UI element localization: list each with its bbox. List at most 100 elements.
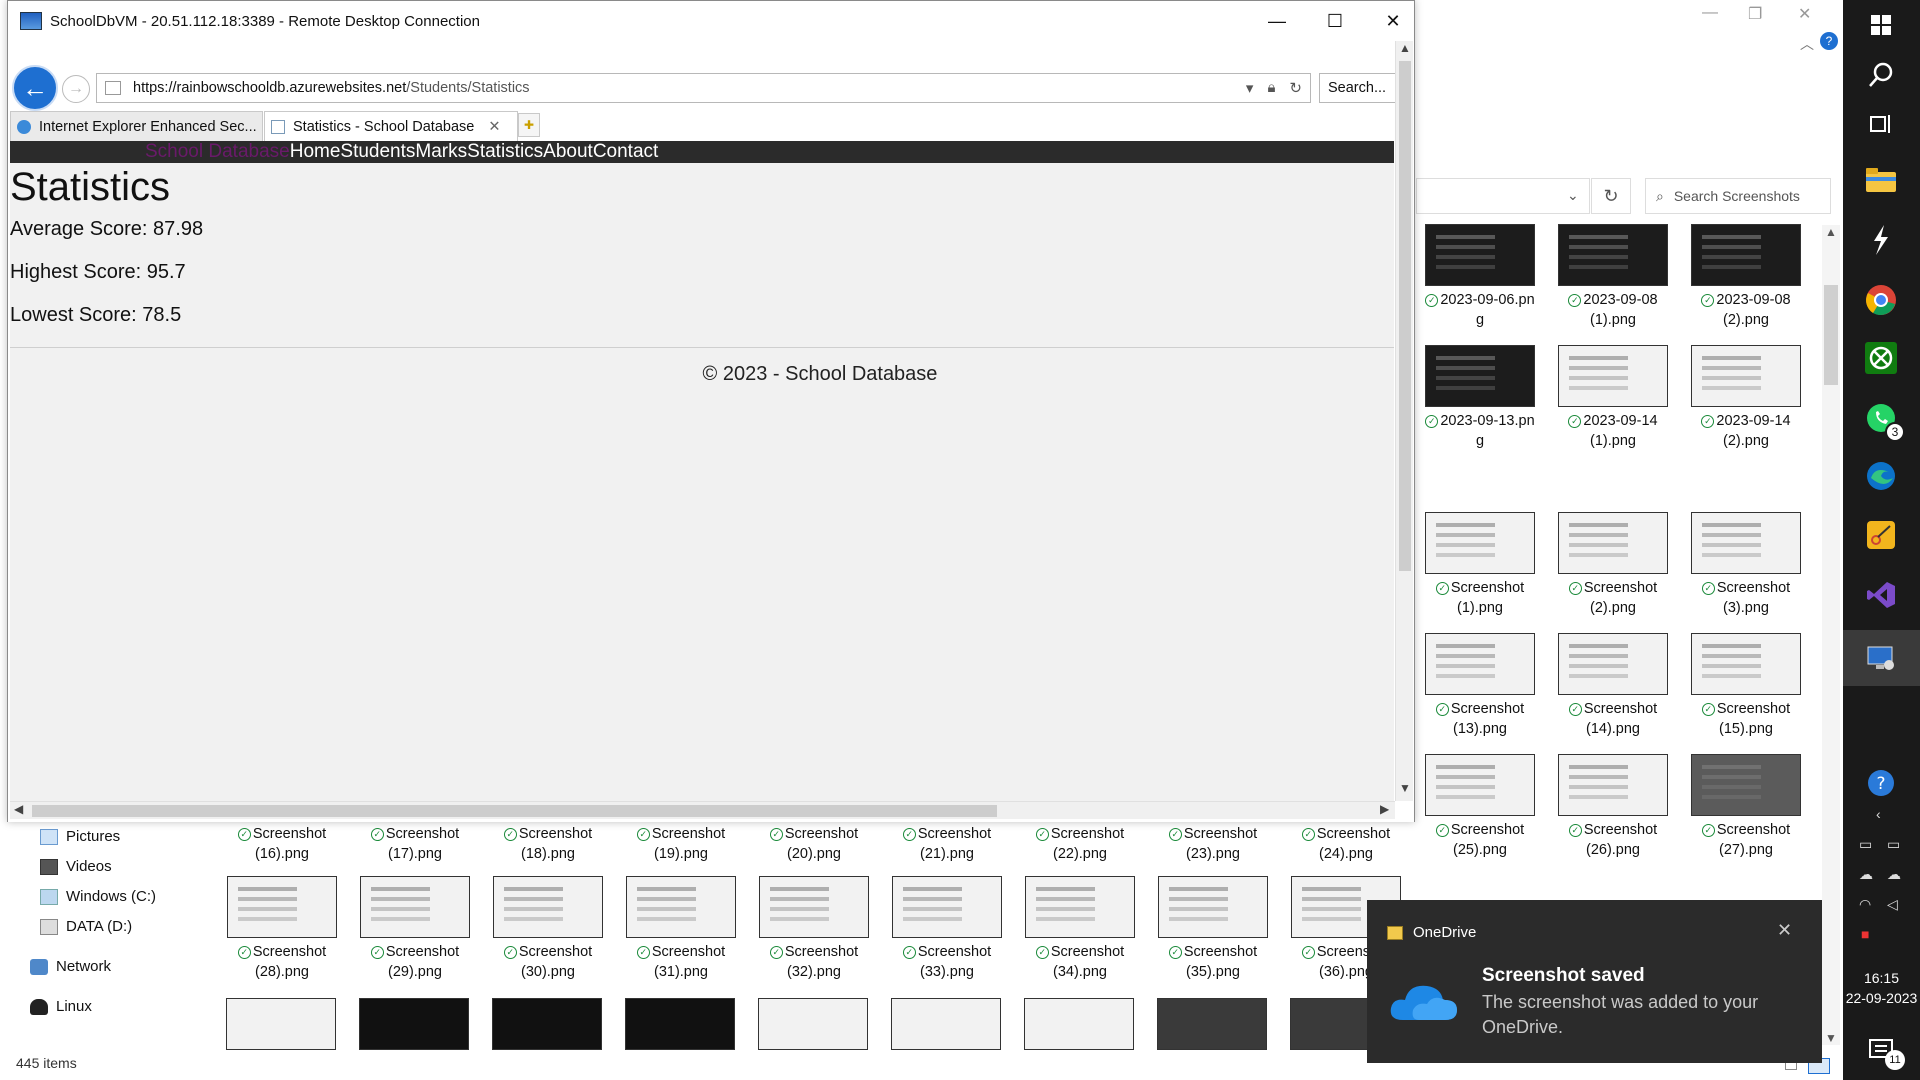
file-item[interactable]: ✓ Screenshot (2).png xyxy=(1553,512,1673,618)
tray-device-icon[interactable]: ▭ xyxy=(1859,836,1872,853)
xbox-icon[interactable] xyxy=(1861,338,1901,378)
file-item[interactable]: ✓ Screenshot (15).png xyxy=(1686,633,1806,739)
explorer-search-input[interactable]: ⌕ Search Screenshots xyxy=(1645,178,1831,214)
ribbon-collapse-icon[interactable]: ︿ xyxy=(1800,34,1814,54)
file-item[interactable]: ✓ Screenshot (30).png xyxy=(488,876,608,982)
dropdown-arrow-icon[interactable]: ▾ xyxy=(1246,79,1254,97)
file-item[interactable]: ✓ Screenshot (21).png xyxy=(887,824,1007,864)
file-item[interactable]: ✓ Screenshot (22).png xyxy=(1020,824,1140,864)
file-item[interactable]: ✓ 2023-09-08 (2).png xyxy=(1686,224,1806,330)
file-item[interactable]: ✓ 2023-09-08 (1).png xyxy=(1553,224,1673,330)
rdp-maximize-button[interactable]: ☐ xyxy=(1306,1,1364,41)
file-item[interactable]: ✓ 2023-09-14 (1).png xyxy=(1553,345,1673,451)
rdp-title-bar[interactable]: SchoolDbVM - 20.51.112.18:3389 - Remote … xyxy=(8,1,1414,41)
nav-item-pictures[interactable]: Pictures xyxy=(40,828,120,845)
file-item[interactable]: ✓ Screenshot (34).png xyxy=(1020,876,1140,982)
file-item[interactable]: ✓ Screenshot (3).png xyxy=(1686,512,1806,618)
tray-cloud-icon[interactable]: ☁ xyxy=(1887,866,1901,883)
new-tab-button[interactable]: ✚ xyxy=(518,113,540,137)
scroll-up-icon[interactable]: ▲ xyxy=(1825,225,1837,239)
help-icon[interactable]: ? xyxy=(1861,763,1901,803)
file-item[interactable]: ✓ Screenshot (17).png xyxy=(355,824,475,864)
nav-link-students[interactable]: Students xyxy=(340,141,415,163)
file-item[interactable]: ✓ Screenshot (26).png xyxy=(1553,754,1673,860)
file-item[interactable]: ✓ Screenshot (33).png xyxy=(887,876,1007,982)
rdp-close-button[interactable]: ✕ xyxy=(1364,1,1422,41)
file-item[interactable]: ✓ Screenshot (25).png xyxy=(1420,754,1540,860)
scroll-thumb[interactable] xyxy=(1824,285,1838,385)
file-item[interactable]: ✓ Screenshot (14).png xyxy=(1553,633,1673,739)
file-item[interactable]: ✓ 2023-09-06.pn g xyxy=(1420,224,1540,330)
file-item[interactable]: ✓ 2023-09-14 (2).png xyxy=(1686,345,1806,451)
file-item[interactable]: ✓ Screenshot (16).png xyxy=(222,824,342,864)
file-item[interactable]: ✓ Screenshot (13).png xyxy=(1420,633,1540,739)
scroll-left-icon[interactable]: ◀ xyxy=(14,802,23,816)
scroll-thumb[interactable] xyxy=(1399,61,1411,571)
file-item[interactable]: ✓ Screenshot (32).png xyxy=(754,876,874,982)
nav-link-marks[interactable]: Marks xyxy=(415,141,467,163)
nav-link-home[interactable]: Home xyxy=(290,141,341,163)
scroll-up-icon[interactable]: ▲ xyxy=(1399,41,1411,55)
forward-button[interactable]: → xyxy=(62,75,90,103)
page-vertical-scrollbar[interactable]: ▲ ▼ xyxy=(1395,41,1413,801)
search-icon[interactable] xyxy=(1861,55,1901,95)
file-item[interactable]: ✓ Screenshot (35).png xyxy=(1153,876,1273,982)
windows-start-icon[interactable] xyxy=(1861,5,1901,45)
file-explorer-icon[interactable] xyxy=(1861,160,1901,200)
tray-battery-icon[interactable]: ▭ xyxy=(1887,836,1900,853)
address-bar[interactable]: https://rainbowschooldb.azurewebsites.ne… xyxy=(96,73,1311,103)
nav-link-statistics[interactable]: Statistics xyxy=(467,141,543,163)
explorer-close-button[interactable]: ✕ xyxy=(1798,4,1811,24)
task-view-icon[interactable] xyxy=(1861,104,1901,144)
chevron-up-icon[interactable]: ‹ xyxy=(1876,806,1881,822)
tab-close-icon[interactable]: ✕ xyxy=(488,119,500,135)
file-item[interactable]: ✓ Screenshot (1).png xyxy=(1420,512,1540,618)
tray-onedrive-icon[interactable]: ☁ xyxy=(1859,866,1873,883)
nav-link-about[interactable]: About xyxy=(543,141,593,163)
lock-icon[interactable]: 🔒︎ xyxy=(1267,79,1275,97)
explorer-maximize-button[interactable]: ❐ xyxy=(1748,4,1762,24)
file-item[interactable]: ✓ Screenshot (29).png xyxy=(355,876,475,982)
nav-item-network[interactable]: Network xyxy=(30,958,111,975)
explorer-scrollbar[interactable]: ▲ ▼ xyxy=(1822,225,1840,1045)
file-item[interactable]: ✓ Screenshot (27).png xyxy=(1686,754,1806,860)
remote-desktop-icon[interactable] xyxy=(1861,638,1901,678)
scroll-right-icon[interactable]: ▶ xyxy=(1380,802,1389,816)
volume-icon[interactable]: ◁ xyxy=(1887,896,1898,913)
rdp-minimize-button[interactable]: — xyxy=(1248,1,1306,41)
taskbar-clock[interactable]: 16:15 22-09-2023 xyxy=(1843,968,1920,1008)
scroll-thumb[interactable] xyxy=(32,805,997,817)
nav-item-windows-c[interactable]: Windows (C:) xyxy=(40,888,156,905)
onedrive-toast[interactable]: OneDrive ✕ Screenshot saved The screensh… xyxy=(1367,900,1822,1063)
terminal-icon[interactable] xyxy=(1861,220,1901,260)
visual-studio-icon[interactable] xyxy=(1861,575,1901,615)
chrome-icon[interactable] xyxy=(1861,280,1901,320)
file-item[interactable]: ✓ Screenshot (28).png xyxy=(222,876,342,982)
nav-item-videos[interactable]: Videos xyxy=(40,858,112,875)
scroll-down-icon[interactable]: ▼ xyxy=(1399,781,1411,795)
refresh-icon[interactable]: ↻ xyxy=(1289,79,1302,97)
file-item[interactable]: ✓ Screenshot (24).png xyxy=(1286,824,1406,864)
explorer-refresh-button[interactable]: ↻ xyxy=(1591,178,1631,214)
explorer-address-bar[interactable]: ⌄ xyxy=(1416,178,1590,214)
file-item[interactable]: ✓ Screenshot (19).png xyxy=(621,824,741,864)
back-button[interactable]: ← xyxy=(12,65,58,111)
file-item[interactable]: ✓ 2023-09-13.pn g xyxy=(1420,345,1540,451)
file-item[interactable]: ✓ Screenshot (20).png xyxy=(754,824,874,864)
brand-link[interactable]: School Database xyxy=(145,141,290,163)
chevron-down-icon[interactable]: ⌄ xyxy=(1567,187,1579,204)
edge-icon[interactable] xyxy=(1861,456,1901,496)
nav-link-contact[interactable]: Contact xyxy=(593,141,658,163)
help-icon[interactable]: ? xyxy=(1820,32,1838,50)
tray-alert-icon[interactable]: ■ xyxy=(1861,926,1869,942)
nav-item-data-d[interactable]: DATA (D:) xyxy=(40,918,132,935)
explorer-minimize-button[interactable]: — xyxy=(1702,4,1718,22)
tab-statistics[interactable]: Statistics - School Database ✕ xyxy=(264,111,518,141)
file-item[interactable]: ✓ Screenshot (23).png xyxy=(1153,824,1273,864)
toast-close-button[interactable]: ✕ xyxy=(1777,920,1792,941)
page-horizontal-scrollbar[interactable]: ◀ ▶ xyxy=(10,801,1395,819)
snipping-tool-icon[interactable] xyxy=(1861,515,1901,555)
wifi-icon[interactable]: ◠ xyxy=(1859,896,1871,913)
nav-item-linux[interactable]: Linux xyxy=(30,998,92,1015)
file-item[interactable]: ✓ Screenshot (31).png xyxy=(621,876,741,982)
